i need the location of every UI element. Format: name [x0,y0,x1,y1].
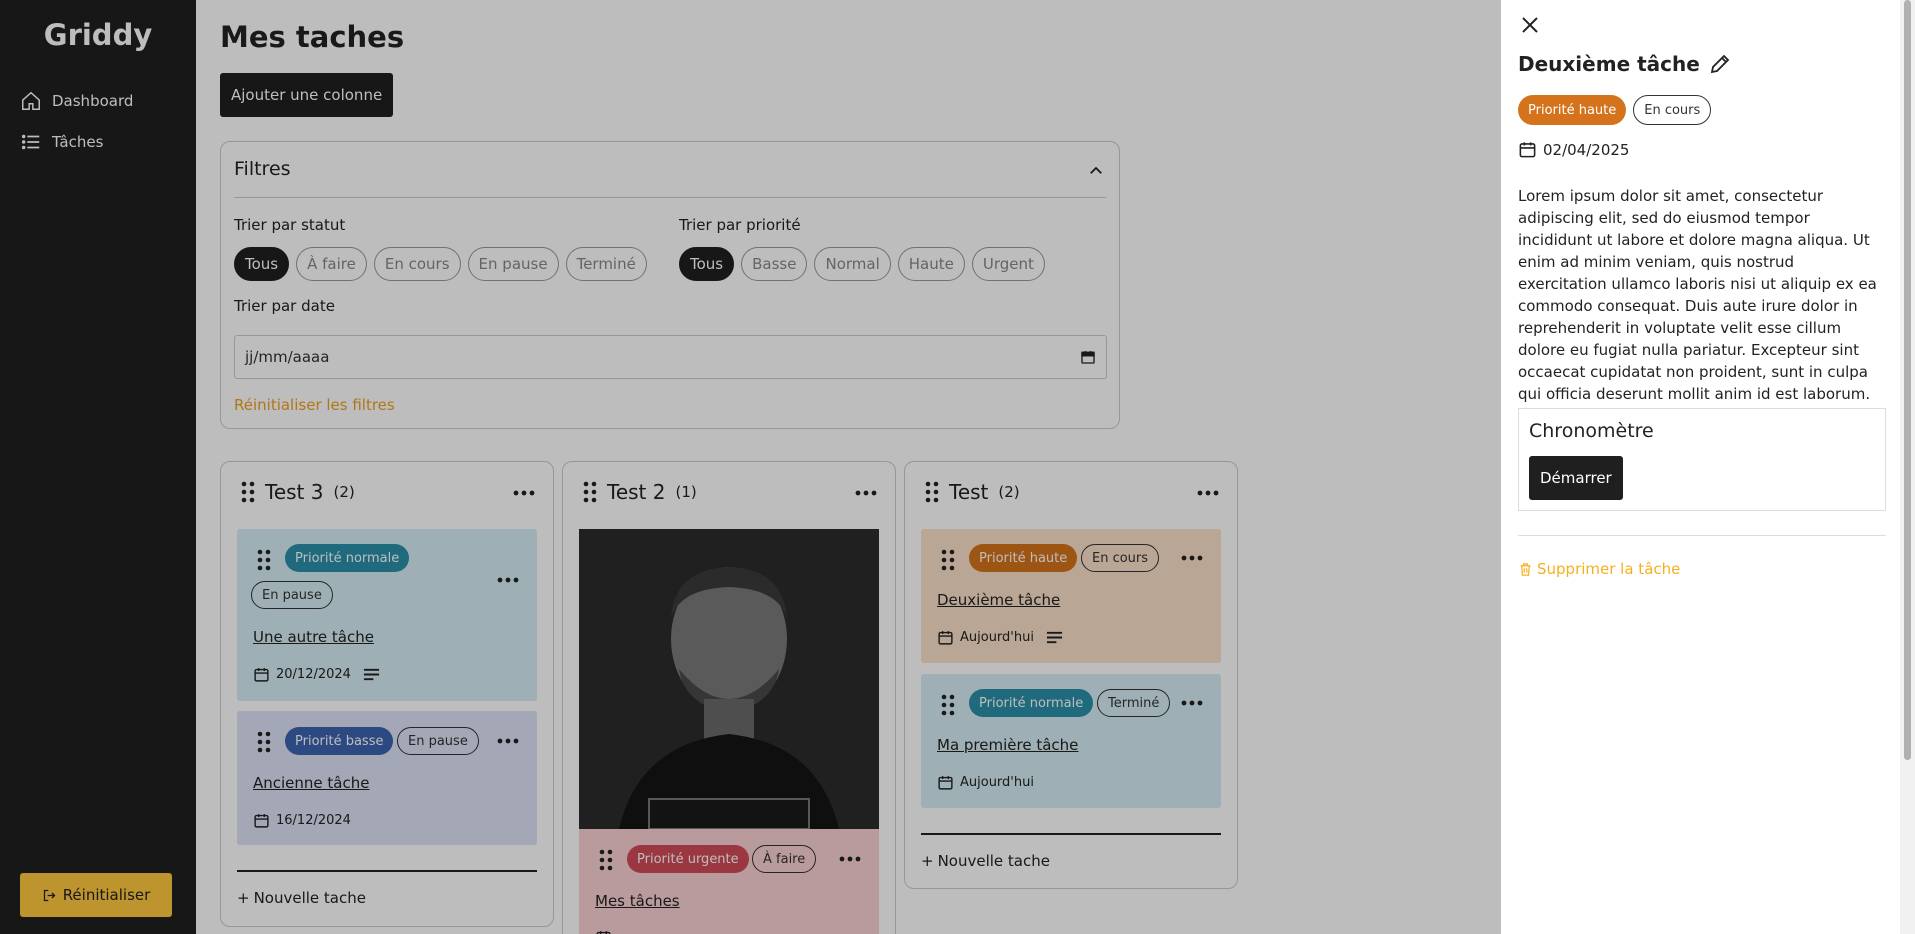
drawer-title: Deuxième tâche [1518,52,1732,76]
close-icon[interactable] [1520,15,1540,35]
stopwatch-panel: Chronomètre Démarrer [1518,408,1886,511]
modal-backdrop[interactable] [0,0,1501,934]
scrollbar-thumb[interactable] [1904,0,1911,760]
task-due-date: 02/04/2025 [1518,140,1629,159]
task-title: Deuxième tâche [1518,52,1700,76]
start-stopwatch-button[interactable]: Démarrer [1529,456,1623,500]
delete-task-button[interactable]: Supprimer la tâche [1518,560,1680,578]
edit-pencil-icon[interactable] [1708,52,1732,76]
calendar-icon [1519,142,1536,158]
scrollbar[interactable] [1900,0,1915,934]
priority-badge: Priorité haute [1518,95,1627,125]
task-detail-drawer: Deuxième tâche Priorité haute En cours 0… [1501,0,1915,934]
drawer-badges: Priorité haute En cours [1518,95,1712,125]
task-description: Lorem ipsum dolor sit amet, consectetur … [1518,187,1877,403]
status-badge: En cours [1633,95,1712,125]
stopwatch-title: Chronomètre [1529,420,1654,442]
divider [1518,535,1886,536]
trash-icon [1520,562,1531,576]
